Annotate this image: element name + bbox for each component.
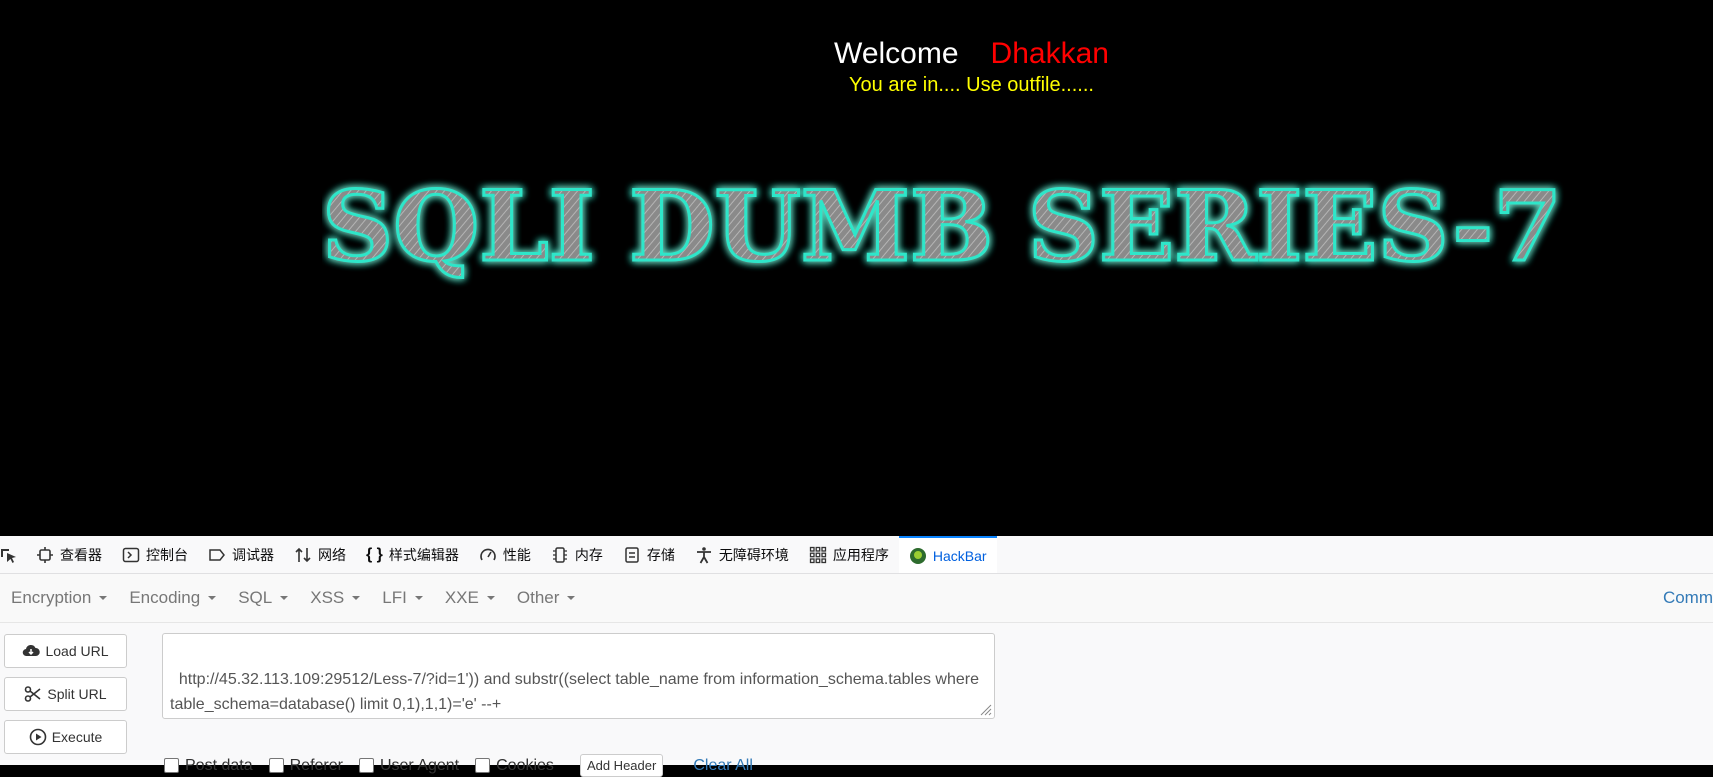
url-textarea[interactable]: http://45.32.113.109:29512/Less-7/?id=1'… — [162, 633, 995, 719]
storage-icon — [625, 546, 639, 563]
banner-text: SQLI DUMB SERIES-7 — [322, 170, 1562, 283]
add-header-button[interactable]: Add Header — [579, 754, 664, 777]
accessibility-icon — [696, 546, 711, 563]
style-editor-icon: { } — [366, 545, 383, 563]
tab-label: 无障碍环境 — [718, 546, 789, 563]
tab-accessibility[interactable]: 无障碍环境 — [685, 536, 799, 573]
post-data-checkbox[interactable] — [164, 758, 179, 773]
scissors-icon — [25, 686, 41, 702]
commands-link[interactable]: Comm — [1663, 588, 1713, 608]
menu-xxe[interactable]: XXE — [434, 588, 506, 608]
tab-label: 查看器 — [60, 546, 102, 563]
tab-hackbar[interactable]: HackBar — [898, 536, 997, 573]
tab-label: 应用程序 — [832, 546, 889, 563]
option-label: User Agent — [379, 756, 460, 774]
hackbar-icon — [909, 547, 926, 564]
application-icon — [809, 546, 827, 563]
console-icon — [122, 547, 140, 562]
url-value: http://45.32.113.109:29512/Less-7/?id=1'… — [170, 671, 984, 713]
hackbar-menubar: Encryption Encoding SQL XSS LFI XXE Othe… — [0, 574, 1713, 623]
tab-memory[interactable]: 内存 — [541, 536, 613, 573]
tab-label: 存储 — [646, 546, 675, 563]
tab-label: 内存 — [574, 546, 603, 563]
user-name: Dhakkan — [990, 37, 1109, 70]
execute-button[interactable]: Execute — [4, 720, 127, 754]
menu-encryption[interactable]: Encryption — [0, 588, 118, 608]
banner-logo: SQLI DUMB SERIES-7 — [322, 169, 1564, 285]
tab-label: 调试器 — [232, 546, 274, 563]
tab-label: 性能 — [502, 546, 531, 563]
menu-other[interactable]: Other — [506, 588, 587, 608]
cloud-download-icon — [23, 644, 41, 657]
option-referer[interactable]: Referer — [268, 756, 343, 775]
tab-label: HackBar — [932, 547, 987, 564]
menu-xss[interactable]: XSS — [299, 588, 371, 608]
tab-performance[interactable]: 性能 — [469, 536, 541, 573]
referer-checkbox[interactable] — [268, 758, 284, 773]
split-url-button[interactable]: Split URL — [4, 677, 127, 711]
tab-network[interactable]: 网络 — [284, 536, 356, 573]
tab-console[interactable]: 控制台 — [112, 536, 198, 573]
tab-label: 控制台 — [146, 546, 188, 563]
debugger-icon — [209, 548, 225, 561]
welcome-label: Welcome — [834, 37, 959, 70]
tab-storage[interactable]: 存储 — [613, 536, 685, 573]
tab-inspector[interactable]: 查看器 — [26, 536, 112, 573]
option-label: Referer — [289, 756, 343, 774]
performance-icon — [480, 548, 496, 560]
pick-element-button[interactable] — [0, 536, 26, 573]
option-cookies[interactable]: Cookies — [475, 757, 554, 775]
user-agent-checkbox[interactable] — [358, 758, 374, 773]
hackbar-options: Post data Referer User Agent Cookies Add… — [164, 754, 753, 777]
menu-sql[interactable]: SQL — [227, 588, 299, 608]
tab-application[interactable]: 应用程序 — [799, 536, 899, 573]
clear-all-link[interactable]: Clear All — [693, 757, 753, 775]
inspector-icon — [37, 546, 53, 563]
tab-debugger[interactable]: 调试器 — [198, 536, 284, 573]
status-text: You are in.... Use outfile...... — [849, 74, 1094, 96]
resize-handle-icon[interactable] — [978, 702, 992, 716]
welcome-line: Welcome Dhakkan — [0, 36, 1713, 72]
load-url-button[interactable]: Load URL — [4, 634, 127, 668]
tab-label: 样式编辑器 — [388, 546, 459, 563]
option-user-agent[interactable]: User Agent — [358, 756, 460, 775]
cookies-checkbox[interactable] — [475, 758, 491, 773]
execute-label: Execute — [51, 729, 103, 745]
memory-icon — [552, 546, 567, 563]
menu-lfi[interactable]: LFI — [371, 588, 434, 608]
devtools-tabbar: 查看器 控制台 调试器 网络 { } 样式编辑器 性能 内存 存储 无障碍环境 … — [0, 536, 1713, 574]
option-post-data[interactable]: Post data — [164, 757, 253, 775]
network-icon — [295, 547, 311, 562]
tab-label: 网络 — [318, 546, 346, 563]
page-viewport: Welcome Dhakkan You are in.... Use outfil… — [0, 0, 1713, 536]
split-url-label: Split URL — [47, 686, 107, 702]
play-circle-icon — [29, 728, 47, 746]
tab-style-editor[interactable]: { } 样式编辑器 — [356, 536, 469, 573]
load-url-label: Load URL — [45, 643, 109, 659]
option-label: Post data — [185, 756, 253, 774]
menu-encoding[interactable]: Encoding — [118, 588, 227, 608]
pick-element-icon — [1, 548, 16, 563]
option-label: Cookies — [496, 756, 554, 774]
